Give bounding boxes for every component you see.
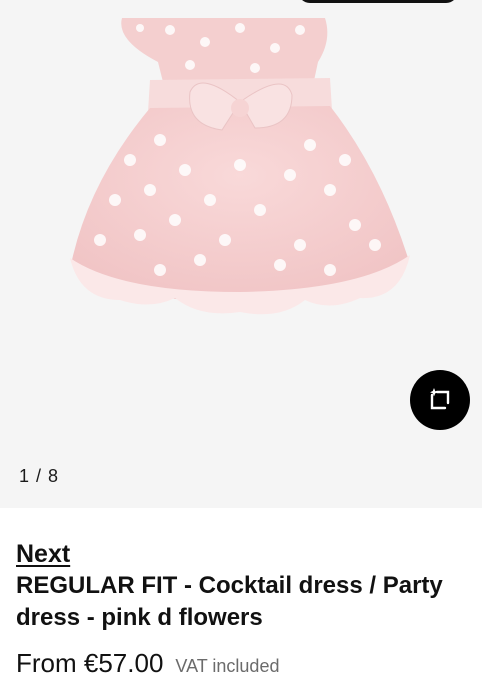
view-similar-icon — [430, 388, 450, 410]
product-image-gallery[interactable]: 1 / 8 — [0, 0, 482, 508]
view-similar-button[interactable] — [410, 370, 470, 430]
vat-note: VAT included — [175, 656, 280, 676]
price-row: From €57.00 VAT included — [16, 648, 466, 679]
product-info: Next REGULAR FIT - Cocktail dress / Part… — [16, 538, 466, 679]
product-price: From €57.00 — [16, 648, 164, 678]
brand-link[interactable]: Next — [16, 538, 70, 570]
product-image[interactable] — [0, 0, 482, 508]
product-title: REGULAR FIT - Cocktail dress / Party dre… — [16, 572, 443, 631]
image-counter: 1 / 8 — [19, 466, 60, 486]
